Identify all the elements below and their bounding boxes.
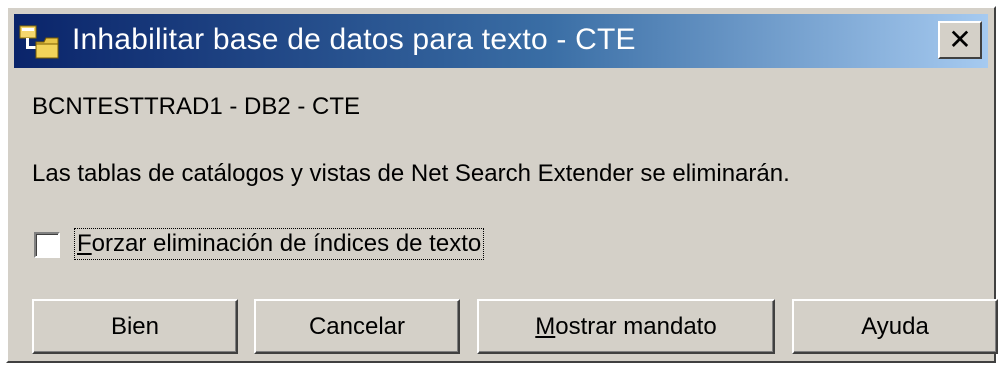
dialog-window: Inhabilitar base de datos para texto - C… bbox=[6, 6, 998, 363]
database-identifier: BCNTESTTRAD1 - DB2 - CTE bbox=[32, 93, 361, 120]
show-command-button[interactable]: Mostrar mandato bbox=[477, 299, 775, 354]
ok-button[interactable]: Bien bbox=[32, 299, 238, 354]
force-delete-label-text: orzar eliminación de índices de texto bbox=[91, 230, 482, 257]
help-button[interactable]: Ayuda bbox=[792, 299, 998, 354]
close-button[interactable]: ✕ bbox=[938, 21, 982, 59]
warning-message: Las tablas de catálogos y vistas de Net … bbox=[32, 160, 790, 187]
window-title: Inhabilitar base de datos para texto - C… bbox=[72, 23, 636, 56]
show-command-mnemonic: M bbox=[535, 313, 556, 340]
close-icon: ✕ bbox=[948, 24, 972, 55]
ok-button-label: Bien bbox=[110, 313, 160, 340]
title-bar[interactable]: Inhabilitar base de datos para texto - C… bbox=[14, 14, 988, 68]
help-button-label: Ayuda bbox=[861, 313, 929, 340]
show-command-button-label: ostrar mandato bbox=[555, 313, 717, 340]
mnemonic-letter: F bbox=[77, 230, 92, 257]
database-folder-icon bbox=[18, 24, 64, 62]
force-delete-label[interactable]: Forzar eliminación de índices de texto bbox=[74, 228, 485, 260]
cancel-button[interactable]: Cancelar bbox=[254, 299, 460, 354]
cancel-button-label: Cancelar bbox=[308, 313, 406, 340]
force-delete-checkbox[interactable] bbox=[34, 232, 60, 258]
